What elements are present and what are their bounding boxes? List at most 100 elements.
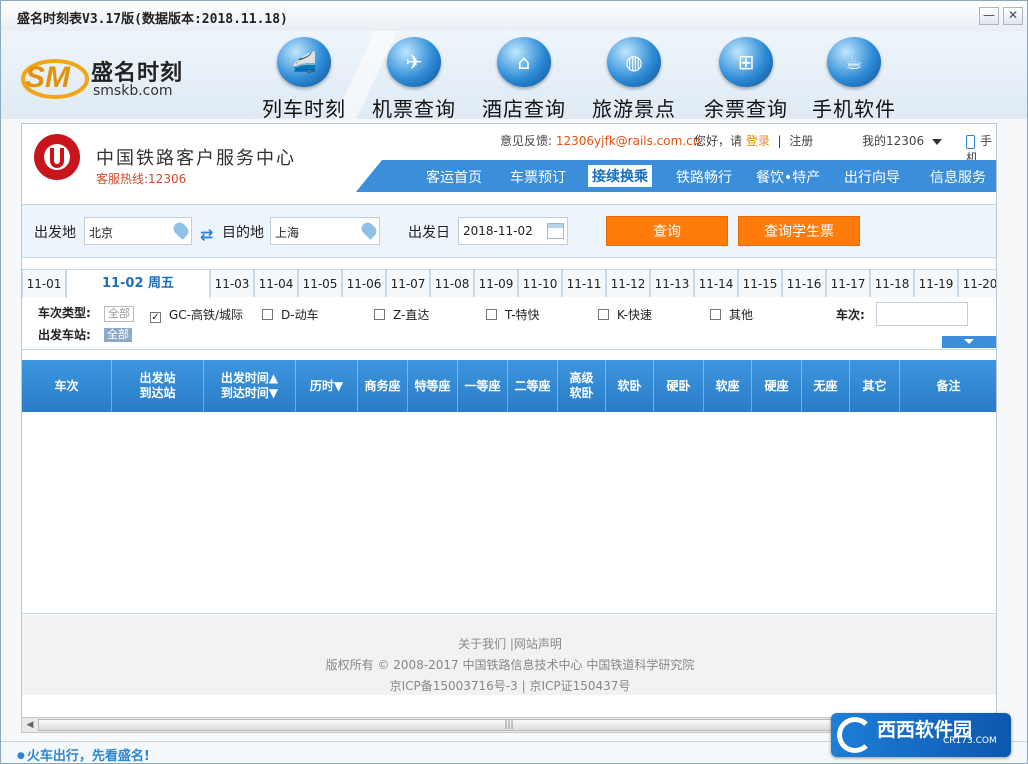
footer-line: 版权所有 © 2008-2017 中国铁路信息技术中心 中国铁道科学研究院 — [325, 658, 695, 672]
app-window: 盛名时刻表V3.17版(数据版本:2018.11.18) — ✕ SM 盛名时刻… — [0, 0, 1028, 764]
column-header[interactable]: 软座 — [704, 360, 752, 412]
feedback-email-link[interactable]: 12306yjfk@rails.com.cn — [556, 134, 700, 148]
globe-icon: ◍ — [607, 37, 661, 87]
train-no-label: 车次: — [836, 308, 865, 322]
column-header[interactable]: 其它 — [850, 360, 900, 412]
date-tab[interactable]: 11-11 — [562, 269, 606, 297]
date-tab[interactable]: 11-01 — [22, 269, 66, 297]
close-button[interactable]: ✕ — [1003, 7, 1023, 25]
column-header[interactable]: 二等座 — [508, 360, 558, 412]
menu-item[interactable]: 出行向导 — [844, 167, 900, 187]
date-input[interactable]: 2018-11-02 — [458, 217, 568, 245]
checkbox-icon[interactable] — [598, 309, 609, 320]
column-header[interactable]: 备注 — [900, 360, 996, 412]
checkbox-icon[interactable] — [262, 309, 273, 320]
date-tab[interactable]: 11-19 — [914, 269, 958, 297]
nav-hotel[interactable]: ⌂ 酒店查询 — [469, 37, 579, 122]
date-tab[interactable]: 11-05 — [298, 269, 342, 297]
date-tab[interactable]: 11-04 — [254, 269, 298, 297]
column-header[interactable]: 商务座 — [358, 360, 408, 412]
query-button[interactable]: 查询 — [606, 216, 728, 246]
scroll-left-icon[interactable]: ◀ — [22, 718, 38, 732]
menu-item[interactable]: 铁路畅行 — [676, 167, 732, 187]
checkbox-label: K-快速 — [617, 308, 652, 322]
menu-item[interactable]: 信息服务 — [930, 167, 986, 187]
nav-label: 旅游景点 — [592, 97, 676, 121]
nav-windows[interactable]: ⊞ 余票查询 — [691, 37, 801, 122]
column-header[interactable]: 车次 — [22, 360, 112, 412]
student-ticket-button[interactable]: 查询学生票 — [738, 216, 860, 246]
menu-item[interactable]: 餐饮•特产 — [756, 167, 820, 187]
nav-globe[interactable]: ◍ 旅游景点 — [579, 37, 689, 122]
column-header[interactable]: 特等座 — [408, 360, 458, 412]
checkbox-icon[interactable] — [486, 309, 497, 320]
nav-plane[interactable]: ✈ 机票查询 — [359, 37, 469, 122]
column-header[interactable]: 出发站 到达站 — [112, 360, 204, 412]
menu-item[interactable]: 车票预订 — [510, 167, 566, 187]
calendar-icon[interactable] — [547, 223, 564, 239]
from-input[interactable]: 北京 — [84, 217, 192, 245]
date-tab[interactable]: 11-08 — [430, 269, 474, 297]
date-tab[interactable]: 11-15 — [738, 269, 782, 297]
feedback-label: 意见反馈: — [500, 134, 553, 148]
swap-icon[interactable]: ⇄ — [200, 225, 213, 244]
column-header[interactable]: 高级 软卧 — [558, 360, 606, 412]
my12306-menu[interactable]: 我的12306 — [862, 132, 942, 149]
to-input[interactable]: 上海 — [270, 217, 380, 245]
date-tab[interactable]: 11-03 — [210, 269, 254, 297]
column-header[interactable]: 硬座 — [752, 360, 802, 412]
column-header[interactable]: 历时▼ — [296, 360, 358, 412]
date-tab[interactable]: 11-14 — [694, 269, 738, 297]
date-tab[interactable]: 11-02 周五 — [66, 269, 210, 298]
column-header[interactable]: 一等座 — [458, 360, 508, 412]
minimize-button[interactable]: — — [979, 7, 999, 25]
footer-line: 关于我们 |网站声明 — [458, 637, 562, 651]
station-label: 出发车站: — [38, 328, 91, 342]
svg-text:SM: SM — [25, 61, 71, 94]
train-type-label: 车次类型: — [38, 306, 91, 320]
date-tab[interactable]: 11-12 — [606, 269, 650, 297]
train-no-input[interactable] — [876, 302, 968, 326]
date-tab[interactable]: 11-18 — [870, 269, 914, 297]
date-tab[interactable]: 11-09 — [474, 269, 518, 297]
train-type-checkbox[interactable]: Z-直达 — [374, 306, 429, 323]
train-type-checkbox[interactable]: ✓ GC-高铁/城际 — [150, 306, 243, 323]
java-icon: ☕ — [827, 37, 881, 87]
web-page: 中国铁路客户服务中心 客服热线:12306 意见反馈: 12306yjfk@ra… — [21, 123, 997, 733]
filter-panel: 车次类型: 全部 出发车站: 全部 ✓ GC-高铁/城际 D-动车 Z-直达 T-特快 K… — [22, 298, 996, 350]
all-stations-button[interactable]: 全部 — [104, 328, 132, 342]
train-type-checkbox[interactable]: D-动车 — [262, 306, 319, 323]
checkbox-label: 其他 — [729, 308, 754, 322]
checkbox-icon[interactable] — [374, 309, 385, 320]
train-type-checkbox[interactable]: 其他 — [710, 306, 753, 323]
checkbox-icon[interactable] — [710, 309, 721, 320]
expand-arrow-icon[interactable] — [942, 336, 996, 348]
date-tab[interactable]: 11-13 — [650, 269, 694, 297]
date-tab[interactable]: 11-16 — [782, 269, 826, 297]
column-header[interactable]: 软卧 — [606, 360, 654, 412]
date-label: 出发日 — [408, 225, 450, 241]
nav-train[interactable]: 🚄 列车时刻 — [249, 37, 359, 122]
date-tab[interactable]: 11-10 — [518, 269, 562, 297]
train-type-checkbox[interactable]: T-特快 — [486, 306, 540, 323]
menu-item[interactable]: 客运首页 — [426, 167, 482, 187]
date-tab[interactable]: 11-20 — [958, 269, 996, 297]
nav-java[interactable]: ☕ 手机软件 — [799, 37, 909, 122]
feedback: 意见反馈: 12306yjfk@rails.com.cn — [500, 132, 700, 149]
nav-label: 列车时刻 — [262, 97, 346, 121]
date-tab[interactable]: 11-07 — [386, 269, 430, 297]
menu-item[interactable]: 接续换乘 — [588, 165, 652, 187]
column-header[interactable]: 出发时间▲ 到达时间▼ — [204, 360, 296, 412]
column-header[interactable]: 硬卧 — [654, 360, 704, 412]
date-tab[interactable]: 11-06 — [342, 269, 386, 297]
register-link[interactable]: 注册 — [789, 134, 813, 148]
hotline: 客服热线:12306 — [96, 172, 187, 186]
checkbox-icon[interactable]: ✓ — [150, 312, 161, 323]
greeting-text: 您好，请 — [694, 134, 743, 148]
column-header[interactable]: 无座 — [802, 360, 850, 412]
login-link[interactable]: 登录 — [746, 134, 770, 148]
all-types-button[interactable]: 全部 — [104, 306, 134, 322]
date-tab[interactable]: 11-17 — [826, 269, 870, 297]
nav-label: 手机软件 — [812, 97, 896, 121]
train-type-checkbox[interactable]: K-快速 — [598, 306, 652, 323]
